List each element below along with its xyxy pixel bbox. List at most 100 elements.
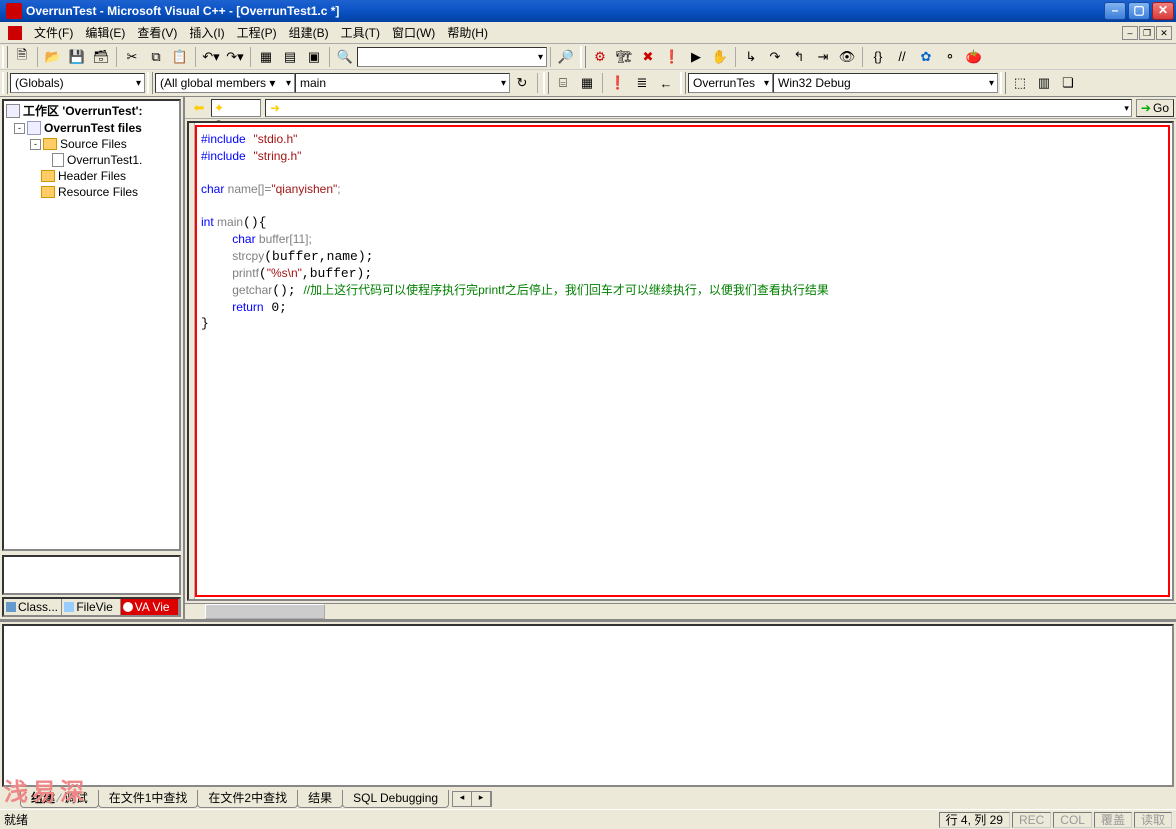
tomato-icon[interactable]: 🍅 xyxy=(963,46,985,68)
project-label[interactable]: OverrunTest files xyxy=(44,121,142,135)
tile-icon[interactable]: ▦ xyxy=(576,72,598,94)
step-out-icon[interactable]: ↰ xyxy=(788,46,810,68)
go-icon[interactable]: ▶ xyxy=(685,46,707,68)
mdi-restore-button[interactable]: ❐ xyxy=(1139,26,1155,40)
output-tab-build[interactable]: 组建 ∕ 调试 xyxy=(20,790,99,808)
menu-edit[interactable]: 编辑(E) xyxy=(79,22,131,43)
header-folder[interactable]: Header Files xyxy=(58,169,126,183)
workspace-label: 工作区 'OverrunTest': xyxy=(23,102,143,119)
toolbar-grip[interactable] xyxy=(2,72,8,94)
output-tab-find2[interactable]: 在文件2中查找 xyxy=(197,790,298,808)
tile-v-icon[interactable]: ▥ xyxy=(1033,72,1055,94)
menu-file[interactable]: 文件(F) xyxy=(28,22,79,43)
menu-window[interactable]: 窗口(W) xyxy=(386,22,441,43)
workspace-icon[interactable]: ▦ xyxy=(255,46,277,68)
menu-insert[interactable]: 插入(I) xyxy=(183,22,230,43)
exclaim-icon[interactable]: ❗ xyxy=(607,72,629,94)
build-icon[interactable]: 🏗 xyxy=(613,46,635,68)
minimize-button[interactable]: – xyxy=(1104,2,1126,20)
menu-tools[interactable]: 工具(T) xyxy=(335,22,386,43)
nav-back-arrow-icon[interactable]: ⬅ xyxy=(188,97,210,119)
resource-folder[interactable]: Resource Files xyxy=(58,185,138,199)
collapse-icon[interactable]: - xyxy=(14,123,25,134)
output-tab-find1[interactable]: 在文件1中查找 xyxy=(98,790,199,808)
toolbars: 🗎 📂 💾 🗃 ✂ ⧉ 📋 ↶▾ ↷▾ ▦ ▤ ▣ 🔍 🔎 ⚙ 🏗 ✖ ❗ ▶ … xyxy=(0,44,1176,97)
step-over-icon[interactable]: ↷ xyxy=(764,46,786,68)
scope-combo[interactable]: (Globals) xyxy=(10,73,145,93)
folder-icon xyxy=(41,186,55,198)
find-icon[interactable]: 🔎 xyxy=(555,46,577,68)
title-bar: OverrunTest - Microsoft Visual C++ - [Ov… xyxy=(0,0,1176,22)
toolbar-grip[interactable] xyxy=(580,46,586,68)
maximize-button[interactable]: ▢ xyxy=(1128,2,1150,20)
paste-icon[interactable]: 📋 xyxy=(169,46,191,68)
tab-vaview[interactable]: VA Vie xyxy=(121,599,179,615)
output-icon[interactable]: ▤ xyxy=(279,46,301,68)
open-icon[interactable]: 📂 xyxy=(42,46,64,68)
stop-build-icon[interactable]: ✖ xyxy=(637,46,659,68)
output-text[interactable] xyxy=(2,624,1174,787)
save-icon[interactable]: 💾 xyxy=(66,46,88,68)
menu-help[interactable]: 帮助(H) xyxy=(441,22,494,43)
folder-icon xyxy=(43,138,57,150)
nav-crumb-combo[interactable]: ✦ Ove xyxy=(211,99,261,117)
config-project-combo[interactable]: OverrunTes xyxy=(688,73,773,93)
new-file-icon[interactable]: 🗎 xyxy=(11,46,33,68)
cut-icon[interactable]: ✂ xyxy=(121,46,143,68)
main-area: 工作区 'OverrunTest': -OverrunTest files -S… xyxy=(0,97,1176,619)
menu-bar: 文件(F) 编辑(E) 查看(V) 插入(I) 工程(P) 组建(B) 工具(T… xyxy=(0,22,1176,44)
go-button[interactable]: ➔Go xyxy=(1136,99,1174,117)
compile-icon[interactable]: ⚙ xyxy=(589,46,611,68)
find-combo[interactable] xyxy=(357,47,547,67)
find-in-files-icon[interactable]: 🔍 xyxy=(334,46,356,68)
cascade-icon[interactable]: ❏ xyxy=(1057,72,1079,94)
step-into-icon[interactable]: ↳ xyxy=(740,46,762,68)
code-editor[interactable]: #include "stdio.h" #include "string.h" c… xyxy=(195,125,1170,597)
execute-icon[interactable]: ❗ xyxy=(661,46,683,68)
toolbar-grip[interactable] xyxy=(680,72,686,94)
editor-h-scrollbar[interactable] xyxy=(185,603,1176,619)
tab-fileview[interactable]: FileVie xyxy=(62,599,120,615)
output-tab-scroll[interactable]: ◂▸ xyxy=(452,791,492,807)
toolbar-grip[interactable] xyxy=(543,72,549,94)
close-button[interactable]: ✕ xyxy=(1152,2,1174,20)
nav-back-icon[interactable]: ← xyxy=(655,72,677,94)
quickwatch-icon[interactable]: 👁 xyxy=(836,46,858,68)
source-folder[interactable]: Source Files xyxy=(60,137,127,151)
members-combo[interactable]: (All global members ▾ xyxy=(155,73,295,93)
save-all-icon[interactable]: 🗃 xyxy=(90,46,112,68)
brace-match-icon[interactable]: {} xyxy=(867,46,889,68)
menu-project[interactable]: 工程(P) xyxy=(231,22,283,43)
output-tabs: 浅易深 组建 ∕ 调试 在文件1中查找 在文件2中查找 结果 SQL Debug… xyxy=(0,789,1176,809)
mdi-minimize-button[interactable]: – xyxy=(1122,26,1138,40)
refresh-icon[interactable]: ↻ xyxy=(511,72,533,94)
redo-icon[interactable]: ↷▾ xyxy=(224,46,246,68)
nav-path-combo[interactable]: ➜ xyxy=(265,99,1132,117)
source-file[interactable]: OverrunTest1. xyxy=(67,153,142,167)
undo-icon[interactable]: ↶▾ xyxy=(200,46,222,68)
workspace-tree[interactable]: 工作区 'OverrunTest': -OverrunTest files -S… xyxy=(2,99,181,551)
list-icon[interactable]: ≣ xyxy=(631,72,653,94)
window-list-icon[interactable]: ▣ xyxy=(303,46,325,68)
output-tab-results[interactable]: 结果 xyxy=(297,790,343,808)
tile-h-icon[interactable]: ⬚ xyxy=(1009,72,1031,94)
toolbar-grip[interactable] xyxy=(2,46,8,68)
folder-icon xyxy=(41,170,55,182)
config-target-combo[interactable]: Win32 Debug xyxy=(773,73,998,93)
collapse-icon[interactable]: - xyxy=(30,139,41,150)
tab-classview[interactable]: Class... xyxy=(4,599,62,615)
menu-view[interactable]: 查看(V) xyxy=(131,22,183,43)
toolbar-grip[interactable] xyxy=(1000,72,1006,94)
copy-icon[interactable]: ⧉ xyxy=(145,46,167,68)
breakpoint-icon[interactable]: ✋ xyxy=(709,46,731,68)
run-to-cursor-icon[interactable]: ⇥ xyxy=(812,46,834,68)
output-tab-sql[interactable]: SQL Debugging xyxy=(342,790,449,808)
comment-icon[interactable]: // xyxy=(891,46,913,68)
function-combo[interactable]: main xyxy=(295,73,510,93)
toolbar-grip[interactable] xyxy=(147,72,153,94)
mdi-close-button[interactable]: ✕ xyxy=(1156,26,1172,40)
bookmark-icon[interactable]: ✿ xyxy=(915,46,937,68)
misc-icon[interactable]: ⚬ xyxy=(939,46,961,68)
menu-build[interactable]: 组建(B) xyxy=(283,22,335,43)
class-wizard-icon[interactable]: ⌸ xyxy=(552,72,574,94)
